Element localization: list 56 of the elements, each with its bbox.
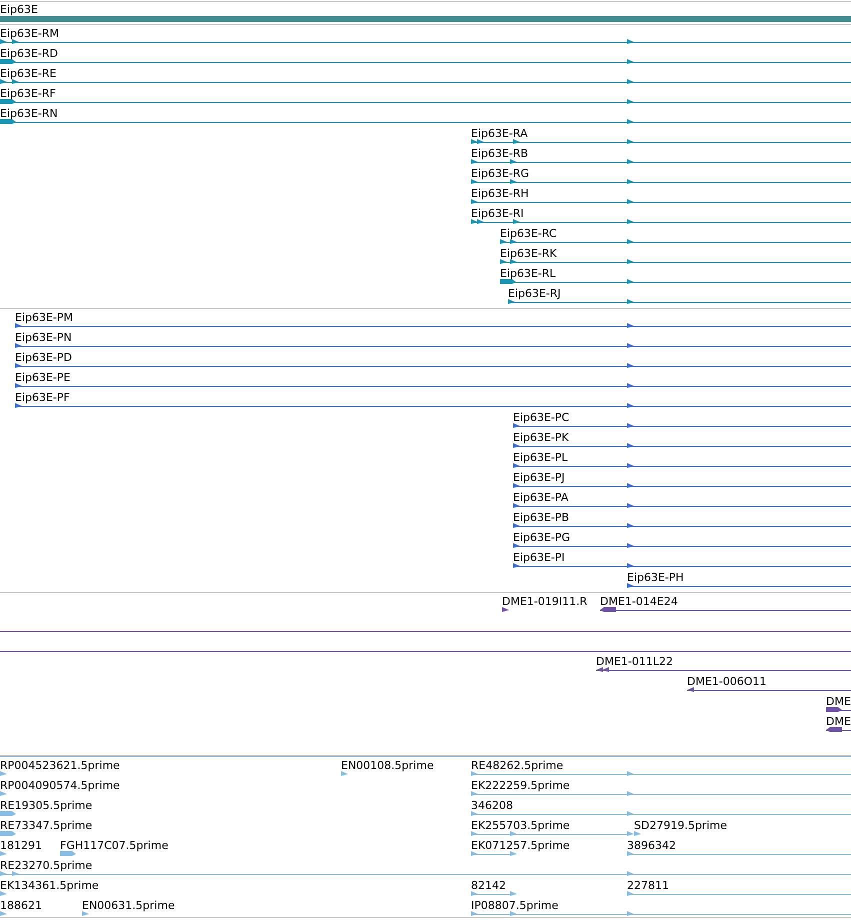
feature-label: Eip63E-PI — [513, 551, 565, 564]
feature-label: Eip63E-PG — [513, 531, 570, 544]
feature-label: SD27919.5prime — [634, 819, 727, 832]
feature-label: Eip63E-RM — [0, 27, 60, 40]
feature-label: 3896342 — [627, 839, 676, 852]
feature-label: RE48262.5prime — [471, 759, 564, 772]
feature-label: DME — [826, 695, 851, 708]
feature-label: Eip63E-RL — [500, 267, 556, 280]
feature-label: Eip63E-PN — [15, 331, 72, 344]
feature-label: Eip63E-PD — [15, 351, 72, 364]
feature-label: Eip63E-RA — [471, 127, 528, 140]
feature-label: Eip63E-RG — [471, 167, 530, 180]
feature-label: DME1-014E24 — [600, 595, 678, 608]
feature-label: RP004090574.5prime — [0, 779, 120, 792]
feature-label: DME1-019I11.R — [502, 595, 588, 608]
feature-label: EN00631.5prime — [82, 899, 175, 912]
feature-label: Eip63E-PB — [513, 511, 570, 524]
feature-label: 181291 — [0, 839, 42, 852]
feature-label: Eip63E-PE — [15, 371, 70, 384]
feature-label: EN00108.5prime — [341, 759, 434, 772]
feature-label: EK255703.5prime — [471, 819, 570, 832]
feature-label: DME1-006O11 — [687, 675, 767, 688]
feature-label: Eip63E-RE — [0, 67, 56, 80]
feature-label: Eip63E-RH — [471, 187, 529, 200]
feature-label: 82142 — [471, 879, 506, 892]
feature-label: Eip63E-RD — [0, 47, 58, 60]
feature-label: EK071257.5prime — [471, 839, 570, 852]
feature-label: Eip63E-RJ — [508, 287, 561, 300]
feature-label: Eip63E-PM — [15, 311, 74, 324]
feature-label: Eip63E-RN — [0, 107, 58, 120]
feature-label: Eip63E-RI — [471, 207, 524, 220]
feature-label: 227811 — [627, 879, 669, 892]
feature-label: EK222259.5prime — [471, 779, 570, 792]
feature-label: RE19305.5prime — [0, 799, 92, 812]
feature-label: Eip63E-RC — [500, 227, 557, 240]
feature-label: Eip63E-PH — [627, 571, 684, 584]
feature-label: Eip63E-RB — [471, 147, 528, 160]
feature-label: Eip63E-PJ — [513, 471, 565, 484]
feature-label: Eip63E-PL — [513, 451, 568, 464]
feature-label: RE73347.5prime — [0, 819, 92, 832]
feature-label: Eip63E-PA — [513, 491, 568, 504]
feature-label: Eip63E-PC — [513, 411, 570, 424]
feature-label: Eip63E-PF — [15, 391, 70, 404]
feature-label: EK134361.5prime — [0, 879, 99, 892]
gene-label: Eip63E — [0, 3, 38, 16]
feature-label: RP004523621.5prime — [0, 759, 120, 772]
feature-label: FGH117C07.5prime — [60, 839, 168, 852]
feature-label: 346208 — [471, 799, 513, 812]
feature-label: Eip63E-RF — [0, 87, 56, 100]
feature-label: Eip63E-RK — [500, 247, 557, 260]
feature-label: DME1-011L22 — [596, 655, 673, 668]
feature-label: RE23270.5prime — [0, 859, 92, 872]
feature-label: IP08807.5prime — [471, 899, 558, 912]
feature-label: Eip63E-PK — [513, 431, 569, 444]
feature-label: 188621 — [0, 899, 42, 912]
feature-label: DME — [826, 715, 851, 728]
